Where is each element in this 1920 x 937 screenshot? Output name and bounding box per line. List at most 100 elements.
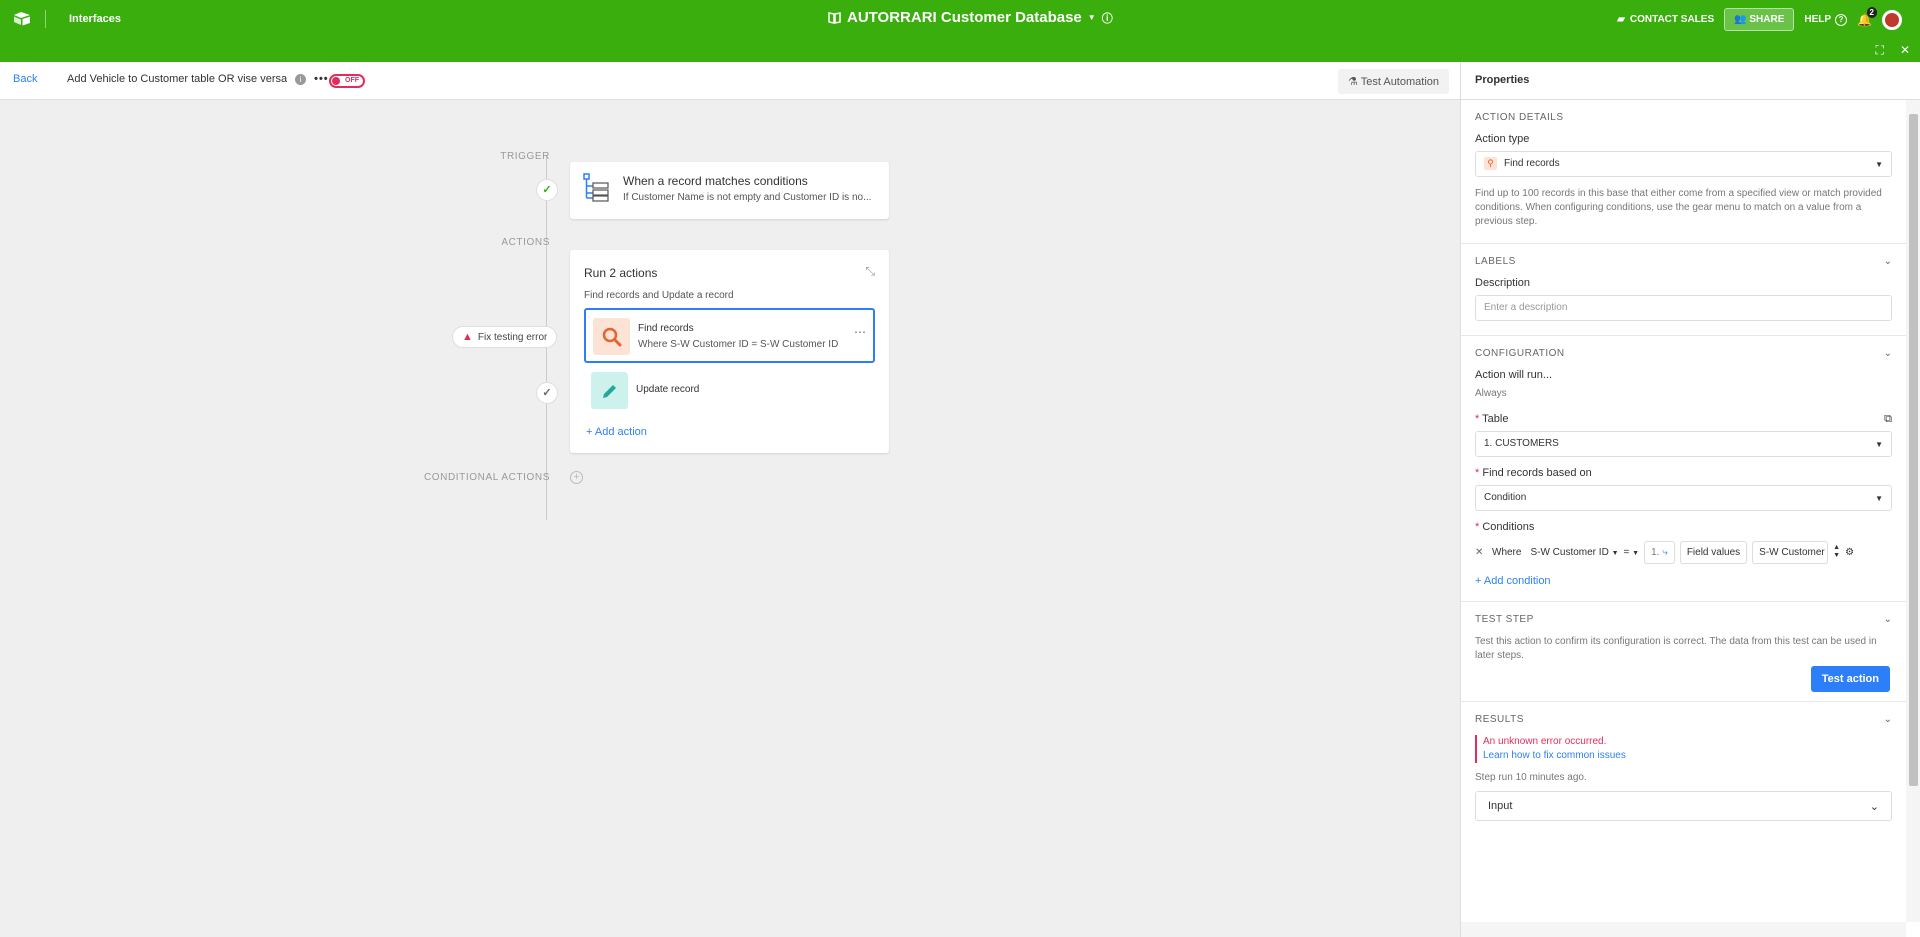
- condition-where: Where: [1492, 546, 1522, 558]
- fix-testing-error-pill[interactable]: ▲ Fix testing error: [452, 326, 558, 348]
- error-message: An unknown error occurred. Learn how to …: [1475, 735, 1892, 763]
- section-title: LABELS: [1475, 256, 1516, 267]
- chevron-down-icon[interactable]: ⌄: [1884, 348, 1892, 359]
- trigger-description: If Customer Name is not empty and Custom…: [623, 192, 872, 203]
- chevron-down-icon[interactable]: ⌄: [1884, 714, 1892, 725]
- back-link[interactable]: Back: [13, 73, 37, 85]
- notifications-button[interactable]: 🔔 2: [1857, 6, 1877, 27]
- add-action-label: Add action: [594, 426, 647, 438]
- toggle-label: OFF: [345, 77, 359, 84]
- run-label: Action will run...: [1475, 369, 1553, 381]
- contact-sales-button[interactable]: ▰ CONTACT SALES: [1617, 14, 1714, 25]
- chevron-down-icon[interactable]: ⌄: [1884, 256, 1892, 267]
- help-label: HELP: [1804, 14, 1832, 25]
- trigger-title: When a record matches conditions: [623, 174, 808, 188]
- plus-icon: +: [1475, 575, 1482, 587]
- test-action-button[interactable]: Test action: [1810, 666, 1890, 692]
- description-label: Description: [1475, 277, 1531, 289]
- test-automation-button[interactable]: ⚗ Test Automation: [1338, 69, 1450, 94]
- condition-value[interactable]: S-W Customer: [1752, 540, 1829, 564]
- trigger-status-check-icon: ✓: [536, 179, 558, 201]
- action-find-records[interactable]: Find records Where S-W Customer ID = S-W…: [584, 308, 875, 363]
- automation-canvas: TRIGGER ACTIONS CONDITIONAL ACTIONS ✓ ✓ …: [0, 100, 1460, 937]
- test-step-help: Test this action to confirm its configur…: [1475, 636, 1877, 661]
- table-label-row: * Table ⧉: [1475, 413, 1892, 425]
- top-bar: Interfaces AUTORRARI Customer Database ▼…: [0, 0, 1920, 62]
- share-button[interactable]: 👥 SHARE: [1724, 8, 1795, 31]
- plus-icon: +: [586, 426, 593, 438]
- condition-field-values[interactable]: Field values: [1679, 540, 1748, 564]
- add-condition-button[interactable]: + Add condition: [1475, 575, 1892, 587]
- panel-horizontal-scrollbar[interactable]: [1461, 922, 1906, 937]
- avatar[interactable]: [1882, 9, 1902, 30]
- test-step-section: TEST STEP ⌄ Test this action to confirm …: [1461, 602, 1906, 702]
- trigger-card[interactable]: When a record matches conditions If Cust…: [570, 162, 889, 219]
- action-name: Update record: [636, 384, 700, 395]
- users-icon: 👥: [1734, 14, 1747, 25]
- automation-toggle[interactable]: OFF: [329, 74, 365, 88]
- section-title: RESULTS: [1475, 714, 1524, 725]
- collapse-icon[interactable]: ⤡: [865, 264, 875, 279]
- panel-scrollbar[interactable]: [1906, 100, 1920, 922]
- add-condition-label: Add condition: [1483, 575, 1551, 587]
- table-label: Table: [1482, 413, 1509, 425]
- error-pill-label: Fix testing error: [477, 331, 548, 343]
- more-icon[interactable]: ⋯: [854, 325, 866, 339]
- fix-issues-link[interactable]: Learn how to fix common issues: [1483, 749, 1892, 763]
- add-conditional-plus-icon[interactable]: +: [570, 471, 583, 484]
- automation-name-group: Add Vehicle to Customer table OR vise ve…: [67, 73, 329, 85]
- action-type-select[interactable]: ⚲ Find records ▼: [1475, 151, 1892, 177]
- caret-down-icon[interactable]: ▼: [1088, 13, 1096, 22]
- chat-icon: ▰: [1617, 14, 1625, 25]
- question-icon: ?: [1835, 13, 1848, 26]
- remove-condition-icon[interactable]: ✕: [1475, 547, 1487, 558]
- open-external-icon[interactable]: ⧉: [1884, 413, 1892, 426]
- actions-card: Run 2 actions ⤡ Find records and Update …: [570, 250, 889, 453]
- properties-panel: Properties ACTION DETAILS Action type ⚲ …: [1460, 62, 1920, 937]
- find-based-value: Condition: [1484, 492, 1527, 503]
- find-based-label: Find records based on: [1482, 467, 1592, 479]
- info-icon[interactable]: ⓘ: [1102, 10, 1113, 26]
- input-accordion[interactable]: Input ⌄: [1475, 791, 1892, 821]
- table-select[interactable]: 1. CUSTOMERS ▼: [1475, 431, 1892, 457]
- action-update-record[interactable]: Update record: [584, 364, 875, 419]
- search-icon: ⚲: [1484, 157, 1497, 170]
- close-icon[interactable]: ✕: [1900, 43, 1910, 58]
- actions-title: Run 2 actions: [584, 266, 658, 280]
- info-icon[interactable]: i: [295, 73, 307, 85]
- more-icon[interactable]: •••: [314, 73, 329, 85]
- help-button[interactable]: HELP ?: [1804, 13, 1848, 26]
- add-action-button[interactable]: + Add action: [586, 426, 647, 438]
- caret-down-icon: ▼: [1611, 549, 1619, 557]
- toggle-knob: [332, 77, 340, 85]
- notification-badge: 2: [1866, 6, 1877, 18]
- gear-icon[interactable]: ⚙: [1845, 547, 1854, 558]
- condition-field-select[interactable]: S-W Customer ID ▼: [1530, 547, 1618, 558]
- condition-operator-select[interactable]: = ▼: [1624, 547, 1640, 558]
- actions-section-label: ACTIONS: [501, 237, 550, 248]
- section-title: CONFIGURATION: [1475, 348, 1565, 359]
- condition-row: ✕ Where S-W Customer ID ▼ = ▼ 1. ⤷ Field…: [1475, 539, 1892, 565]
- flask-icon: ⚗: [1348, 76, 1358, 88]
- condition-step-token[interactable]: 1. ⤷: [1644, 540, 1675, 564]
- interfaces-tab[interactable]: Interfaces: [69, 13, 121, 25]
- fullscreen-icon[interactable]: ⛶: [1876, 43, 1884, 58]
- chevron-down-icon[interactable]: ⌄: [1884, 614, 1892, 625]
- search-icon: [593, 318, 630, 355]
- book-icon: [828, 12, 841, 24]
- airtable-logo-icon[interactable]: [13, 12, 31, 26]
- table-value: 1. CUSTOMERS: [1484, 438, 1559, 449]
- action-type-label: Action type: [1475, 133, 1530, 145]
- find-based-select[interactable]: Condition ▼: [1475, 485, 1892, 511]
- error-text: An unknown error occurred.: [1483, 736, 1607, 747]
- condition-step: 1.: [1651, 546, 1660, 558]
- automation-name[interactable]: Add Vehicle to Customer table OR vise ve…: [67, 73, 287, 85]
- description-input[interactable]: Enter a description: [1475, 295, 1892, 321]
- tree-icon: ⤷: [1662, 546, 1668, 558]
- record-conditions-icon: [583, 173, 609, 202]
- base-title[interactable]: AUTORRARI Customer Database ▼ ⓘ: [828, 9, 1113, 26]
- scrollbar-thumb[interactable]: [1909, 114, 1918, 786]
- condition-field: S-W Customer ID: [1530, 546, 1609, 558]
- stepper-icon[interactable]: ▲ ▼: [1833, 544, 1840, 560]
- topbar-actions: ▰ CONTACT SALES 👥 SHARE HELP ? 🔔 2: [1617, 6, 1902, 31]
